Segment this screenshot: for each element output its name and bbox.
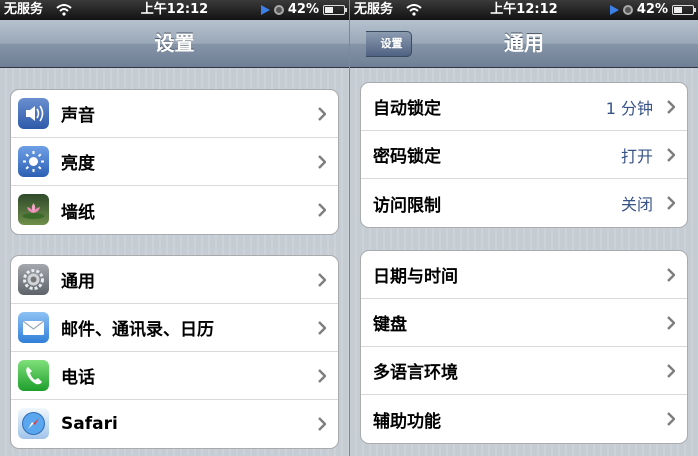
general-item-value: 打开 — [620, 146, 653, 166]
status-bar: 无服务 上午12:12 42% — [0, 0, 349, 20]
chevron-right-icon — [667, 196, 675, 210]
general-item-label: 自动锁定 — [373, 99, 441, 119]
rotation-lock-icon — [622, 5, 633, 15]
settings-item-label: 声音 — [61, 106, 95, 126]
safari-icon — [18, 408, 49, 439]
chevron-right-icon — [667, 100, 675, 114]
chevron-right-icon — [318, 203, 326, 217]
general-item-passcode-lock[interactable]: 密码锁定 打开 — [361, 131, 687, 179]
settings-item-label: Safari — [61, 414, 118, 434]
settings-item-label: 邮件、通讯录、日历 — [61, 320, 214, 340]
brightness-icon — [18, 146, 49, 177]
settings-item-label: 通用 — [61, 272, 95, 292]
general-item-label: 日期与时间 — [373, 267, 458, 287]
chevron-right-icon — [318, 321, 326, 335]
settings-item-label: 电话 — [61, 368, 95, 388]
settings-item-safari[interactable]: Safari — [11, 400, 338, 448]
general-item-accessibility[interactable]: 辅助功能 — [361, 395, 687, 443]
general-item-label: 多语言环境 — [373, 363, 458, 383]
mail-icon — [18, 312, 49, 343]
settings-item-sound[interactable]: 声音 — [11, 90, 338, 138]
chevron-right-icon — [667, 364, 675, 378]
sound-icon — [18, 98, 49, 129]
chevron-right-icon — [318, 273, 326, 287]
chevron-right-icon — [318, 417, 326, 431]
rotation-lock-icon — [273, 5, 284, 15]
settings-group-1: 声音 亮度 墙纸 — [10, 89, 339, 235]
back-button-label: 设置 — [380, 37, 403, 50]
general-item-international[interactable]: 多语言环境 — [361, 347, 687, 395]
chevron-right-icon — [667, 316, 675, 330]
battery-percent: 42% — [636, 2, 668, 17]
settings-item-general[interactable]: 通用 — [11, 256, 338, 304]
chevron-right-icon — [318, 107, 326, 121]
general-gear-icon — [18, 264, 49, 295]
play-icon — [609, 5, 619, 15]
chevron-right-icon — [667, 412, 675, 426]
page-title: 设置 — [154, 31, 195, 55]
general-item-value: 关闭 — [620, 195, 653, 214]
general-item-restrictions[interactable]: 访问限制 关闭 — [361, 179, 687, 227]
back-button[interactable]: 设置 — [366, 31, 412, 57]
settings-item-wallpaper[interactable]: 墙纸 — [11, 186, 338, 234]
chevron-right-icon — [318, 155, 326, 169]
settings-screen: 无服务 上午12:12 42% 设置 声音 亮度 墙纸 通用 邮件、通讯录、日历… — [0, 0, 349, 456]
battery-icon — [672, 5, 696, 15]
chevron-right-icon — [667, 268, 675, 282]
chevron-right-icon — [318, 369, 326, 383]
nav-bar: 通用 设置 — [350, 20, 698, 68]
general-group-1: 自动锁定 1 分钟 密码锁定 打开 访问限制 关闭 — [360, 82, 688, 228]
general-item-label: 键盘 — [373, 315, 407, 335]
battery-icon — [323, 5, 347, 15]
nav-bar: 设置 — [0, 20, 349, 68]
settings-item-label: 亮度 — [61, 154, 95, 174]
battery-percent: 42% — [287, 2, 319, 17]
general-item-keyboard[interactable]: 键盘 — [361, 299, 687, 347]
play-icon — [260, 5, 270, 15]
general-item-value: 1 分钟 — [605, 98, 653, 118]
general-item-label: 访问限制 — [373, 195, 441, 216]
general-item-date-time[interactable]: 日期与时间 — [361, 251, 687, 299]
wallpaper-icon — [18, 194, 49, 225]
general-item-label: 辅助功能 — [373, 411, 441, 432]
settings-item-brightness[interactable]: 亮度 — [11, 138, 338, 186]
phone-icon — [18, 360, 49, 391]
chevron-right-icon — [667, 148, 675, 162]
status-bar: 无服务 上午12:12 42% — [350, 0, 698, 20]
settings-item-mail[interactable]: 邮件、通讯录、日历 — [11, 304, 338, 352]
general-screen: 无服务 上午12:12 42% 通用 设置 自动锁定 1 分钟 密码锁定 打开 — [350, 0, 698, 456]
general-item-label: 密码锁定 — [373, 147, 441, 167]
general-group-2: 日期与时间 键盘 多语言环境 辅助功能 — [360, 250, 688, 444]
settings-item-label: 墙纸 — [61, 202, 95, 223]
settings-item-phone[interactable]: 电话 — [11, 352, 338, 400]
settings-group-2: 通用 邮件、通讯录、日历 电话 Safari — [10, 255, 339, 449]
general-item-auto-lock[interactable]: 自动锁定 1 分钟 — [361, 83, 687, 131]
